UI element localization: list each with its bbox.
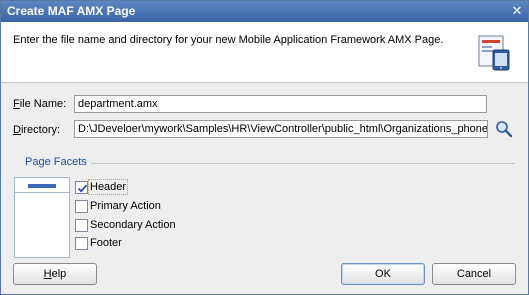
secondary-action-label[interactable]: Secondary Action <box>90 219 176 231</box>
header-panel: Enter the file name and directory for yo… <box>1 22 528 83</box>
primary-action-checkbox[interactable] <box>75 200 88 213</box>
secondary-action-checkbox[interactable] <box>75 219 88 232</box>
directory-label: Directory: <box>13 124 61 136</box>
footer-label[interactable]: Footer <box>90 237 122 249</box>
create-page-dialog: Create MAF AMX Page ✕ Enter the file nam… <box>0 0 529 295</box>
preview-header-bar <box>28 184 56 188</box>
facets-divider <box>91 163 515 164</box>
mobile-page-icon <box>478 35 510 71</box>
browse-search-icon[interactable] <box>495 120 513 138</box>
page-preview <box>14 177 70 258</box>
header-checkbox[interactable] <box>75 181 88 194</box>
header-description: Enter the file name and directory for yo… <box>13 34 444 46</box>
window-title: Create MAF AMX Page <box>7 4 136 18</box>
ok-button[interactable]: OK <box>341 263 425 285</box>
header-checkbox-label[interactable]: Header <box>87 179 129 195</box>
file-name-field[interactable]: department.amx <box>74 95 487 113</box>
file-name-label: File Name: <box>13 98 67 110</box>
page-facets-title: Page Facets <box>25 156 87 168</box>
title-bar[interactable]: Create MAF AMX Page ✕ <box>1 1 528 22</box>
directory-field[interactable]: D:\JDeveloer\mywork\Samples\HR\ViewContr… <box>74 120 488 138</box>
primary-action-label[interactable]: Primary Action <box>90 200 161 212</box>
help-button[interactable]: Help <box>13 263 97 285</box>
preview-divider <box>15 192 69 193</box>
check-icon <box>77 184 88 193</box>
footer-checkbox[interactable] <box>75 237 88 250</box>
close-icon[interactable]: ✕ <box>510 4 524 18</box>
cancel-button[interactable]: Cancel <box>432 263 516 285</box>
